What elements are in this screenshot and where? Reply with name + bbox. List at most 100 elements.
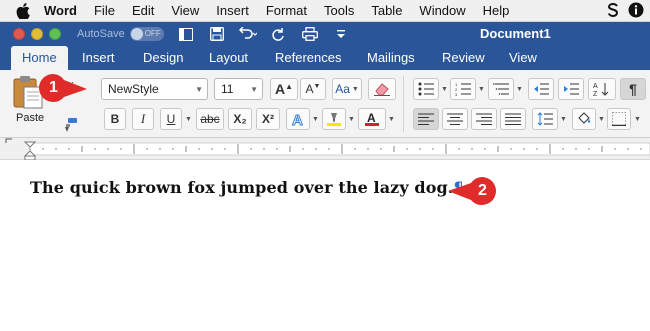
bold-button[interactable]: B <box>104 108 126 130</box>
font-size-value: 11 <box>221 82 234 96</box>
style-dropdown[interactable]: NewStyle ▼ <box>101 78 208 100</box>
document-canvas[interactable]: The quick brown fox jumped over the lazy… <box>0 160 650 331</box>
grow-font-button[interactable]: A ▲ <box>270 78 298 100</box>
multilevel-options-icon[interactable]: ▼ <box>516 86 523 93</box>
bullets-options-icon[interactable]: ▼ <box>441 86 448 93</box>
text-effects-icon[interactable]: A <box>286 108 310 130</box>
shrink-font-button[interactable]: A ▼ <box>300 78 326 100</box>
menu-window[interactable]: Window <box>419 3 465 18</box>
font-size-dropdown[interactable]: 11 ▼ <box>214 78 263 100</box>
tab-home[interactable]: Home <box>11 46 68 70</box>
sort-icon[interactable]: AZ <box>588 78 616 100</box>
menu-help[interactable]: Help <box>483 3 510 18</box>
window-controls <box>13 28 61 40</box>
menu-file[interactable]: File <box>94 3 115 18</box>
autosave-label: AutoSave <box>77 28 125 40</box>
callout-1-shape <box>39 74 87 103</box>
bullets-icon[interactable] <box>413 78 439 100</box>
menu-edit[interactable]: Edit <box>132 3 154 18</box>
redo-icon[interactable] <box>270 25 288 43</box>
underline-button[interactable]: U <box>160 108 182 130</box>
document-text: The quick brown fox jumped over the lazy… <box>30 178 454 197</box>
numbering-icon[interactable]: 123 <box>450 78 476 100</box>
menu-insert[interactable]: Insert <box>216 3 249 18</box>
menu-app-word[interactable]: Word <box>44 3 77 18</box>
highlight-icon[interactable] <box>322 108 346 130</box>
style-dropdown-value: NewStyle <box>108 82 159 96</box>
sync-s-icon[interactable] <box>606 2 620 21</box>
sidebar-toggle-icon[interactable] <box>177 25 195 43</box>
ribbon-home: Paste NewStyle ▼ 11 ▼ A ▲ A ▼ Aa ▼ B I U ▼ … <box>0 70 650 138</box>
undo-icon[interactable] <box>238 25 257 43</box>
font-color-options-icon[interactable]: ▼ <box>388 116 395 123</box>
shading-options-icon[interactable]: ▼ <box>598 116 605 123</box>
customize-toolbar-icon[interactable] <box>332 25 350 43</box>
callout-marker-2: 2 <box>447 176 497 206</box>
horizontal-ruler[interactable] <box>0 138 650 161</box>
align-right-icon[interactable] <box>471 108 497 130</box>
document-paragraph[interactable]: The quick brown fox jumped over the lazy… <box>30 178 464 197</box>
group-separator <box>403 76 404 132</box>
strikethrough-button[interactable]: abc <box>196 108 224 130</box>
menu-view[interactable]: View <box>171 3 199 18</box>
tab-layout[interactable]: Layout <box>209 46 248 70</box>
svg-text:3: 3 <box>455 92 458 96</box>
chevron-down-icon: ▼ <box>195 85 203 94</box>
apple-icon[interactable] <box>14 2 32 20</box>
autosave-toggle[interactable]: OFF <box>129 27 164 41</box>
text-effects-options-icon[interactable]: ▼ <box>312 116 319 123</box>
tab-references[interactable]: References <box>275 46 341 70</box>
underline-options-icon[interactable]: ▼ <box>185 116 192 123</box>
autosave-state: OFF <box>144 29 161 38</box>
svg-text:A: A <box>593 83 598 90</box>
callout-1-number: 1 <box>49 79 58 96</box>
tab-design[interactable]: Design <box>143 46 183 70</box>
ruler-scale <box>5 138 650 161</box>
chevron-down-icon: ▼ <box>250 85 258 94</box>
paste-label[interactable]: Paste <box>16 112 44 124</box>
borders-options-icon[interactable]: ▼ <box>634 116 641 123</box>
title-bar: AutoSave OFF Document1 <box>0 22 650 46</box>
tab-insert[interactable]: Insert <box>82 46 115 70</box>
borders-icon[interactable] <box>607 108 631 130</box>
highlight-options-icon[interactable]: ▼ <box>348 116 355 123</box>
subscript-button[interactable]: X₂ <box>228 108 252 130</box>
zoom-window-button[interactable] <box>49 28 61 40</box>
info-icon[interactable] <box>628 2 644 21</box>
numbering-options-icon[interactable]: ▼ <box>478 86 485 93</box>
superscript-button[interactable]: X² <box>256 108 280 130</box>
format-painter-icon[interactable] <box>62 116 80 134</box>
tab-mailings[interactable]: Mailings <box>367 46 415 70</box>
menu-bar: Word File Edit View Insert Format Tools … <box>0 0 650 22</box>
change-case-button[interactable]: Aa ▼ <box>332 78 362 100</box>
menu-tools[interactable]: Tools <box>324 3 354 18</box>
autosave-toggle-knob <box>130 28 143 40</box>
menu-format[interactable]: Format <box>266 3 307 18</box>
tab-view[interactable]: View <box>509 46 537 70</box>
minimize-window-button[interactable] <box>31 28 43 40</box>
tab-review[interactable]: Review <box>442 46 485 70</box>
font-color-icon[interactable]: A <box>358 108 386 130</box>
callout-2-number: 2 <box>478 182 487 199</box>
decrease-indent-icon[interactable] <box>528 78 554 100</box>
justify-icon[interactable] <box>500 108 526 130</box>
shading-icon[interactable] <box>572 108 596 130</box>
italic-button[interactable]: I <box>132 108 154 130</box>
increase-indent-icon[interactable] <box>558 78 584 100</box>
line-spacing-options-icon[interactable]: ▼ <box>560 116 567 123</box>
ribbon-tabs: Home Insert Design Layout References Mai… <box>0 46 650 70</box>
svg-text:A: A <box>292 112 303 127</box>
save-icon[interactable] <box>208 25 226 43</box>
svg-text:A: A <box>367 111 376 125</box>
close-window-button[interactable] <box>13 28 25 40</box>
svg-text:Z: Z <box>593 91 598 97</box>
callout-marker-1: 1 <box>38 73 88 103</box>
show-formatting-marks-button[interactable]: ¶ <box>620 78 646 100</box>
menu-table[interactable]: Table <box>371 3 402 18</box>
print-icon[interactable] <box>301 25 319 43</box>
multilevel-list-icon[interactable] <box>488 78 514 100</box>
line-spacing-icon[interactable] <box>532 108 558 130</box>
clear-formatting-icon[interactable] <box>368 78 396 100</box>
align-center-icon[interactable] <box>442 108 468 130</box>
align-left-icon[interactable] <box>413 108 439 130</box>
